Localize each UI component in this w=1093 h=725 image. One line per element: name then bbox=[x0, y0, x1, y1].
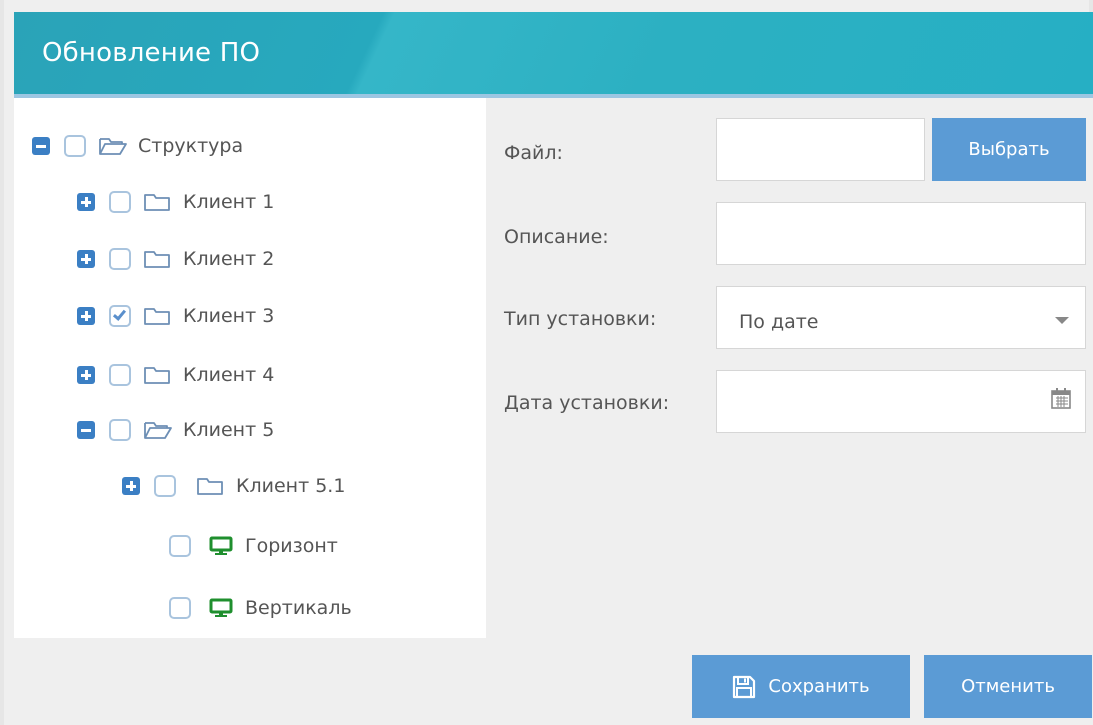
folder-icon bbox=[144, 367, 170, 384]
tree-node-label: Клиент 5.1 bbox=[236, 475, 346, 497]
save-button-label: Сохранить bbox=[768, 676, 870, 697]
folder-icon bbox=[144, 251, 170, 268]
folder-icon bbox=[144, 308, 170, 325]
tree-node-label: Клиент 1 bbox=[183, 191, 275, 213]
tree-checkbox-checked[interactable] bbox=[109, 305, 131, 327]
file-input[interactable] bbox=[716, 118, 925, 181]
folder-icon bbox=[197, 478, 223, 495]
cancel-button[interactable]: Отменить bbox=[924, 655, 1092, 718]
tree-checkbox[interactable] bbox=[64, 135, 86, 157]
tree-node-client-1[interactable]: Клиент 1 bbox=[77, 186, 274, 218]
collapse-icon[interactable] bbox=[77, 421, 95, 439]
dialog-title: Обновление ПО bbox=[42, 38, 261, 68]
tree-checkbox[interactable] bbox=[154, 475, 176, 497]
tree-node-label: Горизонт bbox=[245, 535, 338, 557]
save-button[interactable]: Сохранить bbox=[692, 655, 910, 718]
chevron-down-icon bbox=[1055, 317, 1069, 324]
tree-checkbox[interactable] bbox=[109, 191, 131, 213]
tree-checkbox[interactable] bbox=[109, 419, 131, 441]
structure-tree: Структура Клиент 1 Клиент 2 Клиент 3 Кли… bbox=[14, 98, 486, 638]
folder-open-icon bbox=[144, 422, 172, 439]
monitor-icon bbox=[209, 598, 233, 617]
expand-icon[interactable] bbox=[77, 366, 95, 384]
tree-node-client-4[interactable]: Клиент 4 bbox=[77, 359, 274, 391]
tree-checkbox[interactable] bbox=[169, 597, 191, 619]
install-type-select[interactable]: По дате bbox=[716, 286, 1086, 349]
tree-node-label: Клиент 2 bbox=[183, 248, 275, 270]
tree-node-device-horizont[interactable]: Горизонт bbox=[169, 530, 338, 562]
tree-node-label: Клиент 4 bbox=[183, 364, 275, 386]
checkmark-icon bbox=[112, 307, 127, 321]
tree-node-client-2[interactable]: Клиент 2 bbox=[77, 243, 274, 275]
collapse-icon[interactable] bbox=[32, 137, 50, 155]
tree-checkbox[interactable] bbox=[109, 364, 131, 386]
update-dialog: Обновление ПО Структура Клиент 1 Клиент … bbox=[0, 0, 1093, 725]
tree-node-client-5-1[interactable]: Клиент 5.1 bbox=[122, 470, 345, 502]
description-input[interactable] bbox=[716, 202, 1086, 265]
tree-checkbox[interactable] bbox=[109, 248, 131, 270]
tree-node-root[interactable]: Структура bbox=[32, 130, 243, 162]
monitor-icon bbox=[209, 536, 233, 555]
install-type-selected: По дате bbox=[739, 311, 819, 333]
tree-node-label: Клиент 3 bbox=[183, 305, 275, 327]
tree-node-device-vertical[interactable]: Вертикаль bbox=[169, 592, 352, 624]
tree-node-client-3[interactable]: Клиент 3 bbox=[77, 300, 274, 332]
expand-icon[interactable] bbox=[77, 307, 95, 325]
tree-checkbox[interactable] bbox=[169, 535, 191, 557]
install-date-label: Дата установки: bbox=[504, 392, 670, 414]
tree-node-label: Вертикаль bbox=[245, 597, 352, 619]
file-label: Файл: bbox=[504, 142, 563, 164]
description-label: Описание: bbox=[504, 226, 609, 248]
folder-icon bbox=[144, 194, 170, 211]
expand-icon[interactable] bbox=[77, 193, 95, 211]
install-date-input[interactable] bbox=[716, 370, 1086, 433]
save-icon bbox=[733, 675, 756, 698]
dialog-header: Обновление ПО bbox=[14, 12, 1093, 98]
tree-node-client-5[interactable]: Клиент 5 bbox=[77, 414, 274, 446]
tree-node-label: Структура bbox=[138, 135, 244, 157]
browse-button[interactable]: Выбрать bbox=[932, 118, 1086, 181]
install-type-label: Тип установки: bbox=[504, 308, 657, 330]
tree-node-label: Клиент 5 bbox=[183, 419, 275, 441]
calendar-icon[interactable] bbox=[1051, 387, 1071, 409]
expand-icon[interactable] bbox=[77, 250, 95, 268]
expand-icon[interactable] bbox=[122, 477, 140, 495]
folder-open-icon bbox=[99, 138, 127, 155]
